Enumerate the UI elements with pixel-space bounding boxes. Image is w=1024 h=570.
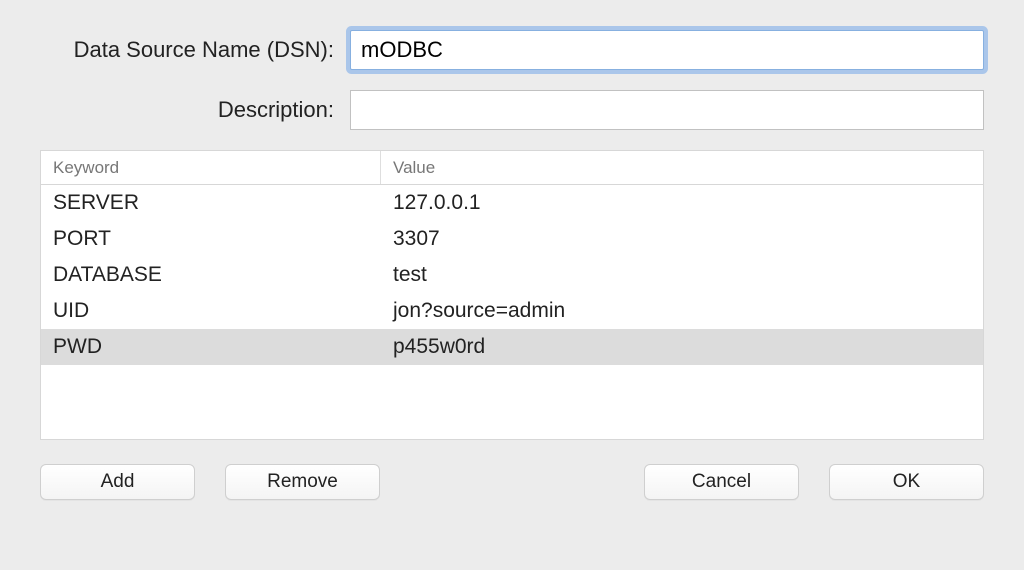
remove-button[interactable]: Remove bbox=[225, 464, 380, 500]
table-row[interactable]: UIDjon?source=admin bbox=[41, 293, 983, 329]
table-row[interactable]: SERVER127.0.0.1 bbox=[41, 185, 983, 221]
table-row[interactable]: DATABASEtest bbox=[41, 257, 983, 293]
cell-keyword: PWD bbox=[41, 335, 381, 359]
cell-value: 3307 bbox=[381, 227, 983, 251]
table-body: SERVER127.0.0.1PORT3307DATABASEtestUIDjo… bbox=[41, 185, 983, 365]
column-header-value[interactable]: Value bbox=[381, 151, 983, 184]
table-header: Keyword Value bbox=[41, 151, 983, 185]
dsn-row: Data Source Name (DSN): bbox=[40, 30, 984, 70]
cancel-button[interactable]: Cancel bbox=[644, 464, 799, 500]
description-row: Description: bbox=[40, 90, 984, 130]
table-row[interactable]: PORT3307 bbox=[41, 221, 983, 257]
table-row[interactable]: PWDp455w0rd bbox=[41, 329, 983, 365]
add-button[interactable]: Add bbox=[40, 464, 195, 500]
description-label: Description: bbox=[40, 97, 350, 123]
button-bar: Add Remove Cancel OK bbox=[40, 464, 984, 500]
ok-button[interactable]: OK bbox=[829, 464, 984, 500]
dsn-label: Data Source Name (DSN): bbox=[40, 37, 350, 63]
cell-keyword: DATABASE bbox=[41, 263, 381, 287]
cell-keyword: SERVER bbox=[41, 191, 381, 215]
button-spacer bbox=[410, 464, 614, 500]
cell-keyword: UID bbox=[41, 299, 381, 323]
keyword-value-table: Keyword Value SERVER127.0.0.1PORT3307DAT… bbox=[40, 150, 984, 440]
column-header-keyword[interactable]: Keyword bbox=[41, 151, 381, 184]
cell-value: test bbox=[381, 263, 983, 287]
cell-value: jon?source=admin bbox=[381, 299, 983, 323]
dsn-input[interactable] bbox=[350, 30, 984, 70]
cell-value: 127.0.0.1 bbox=[381, 191, 983, 215]
description-input[interactable] bbox=[350, 90, 984, 130]
cell-keyword: PORT bbox=[41, 227, 381, 251]
cell-value: p455w0rd bbox=[381, 335, 983, 359]
